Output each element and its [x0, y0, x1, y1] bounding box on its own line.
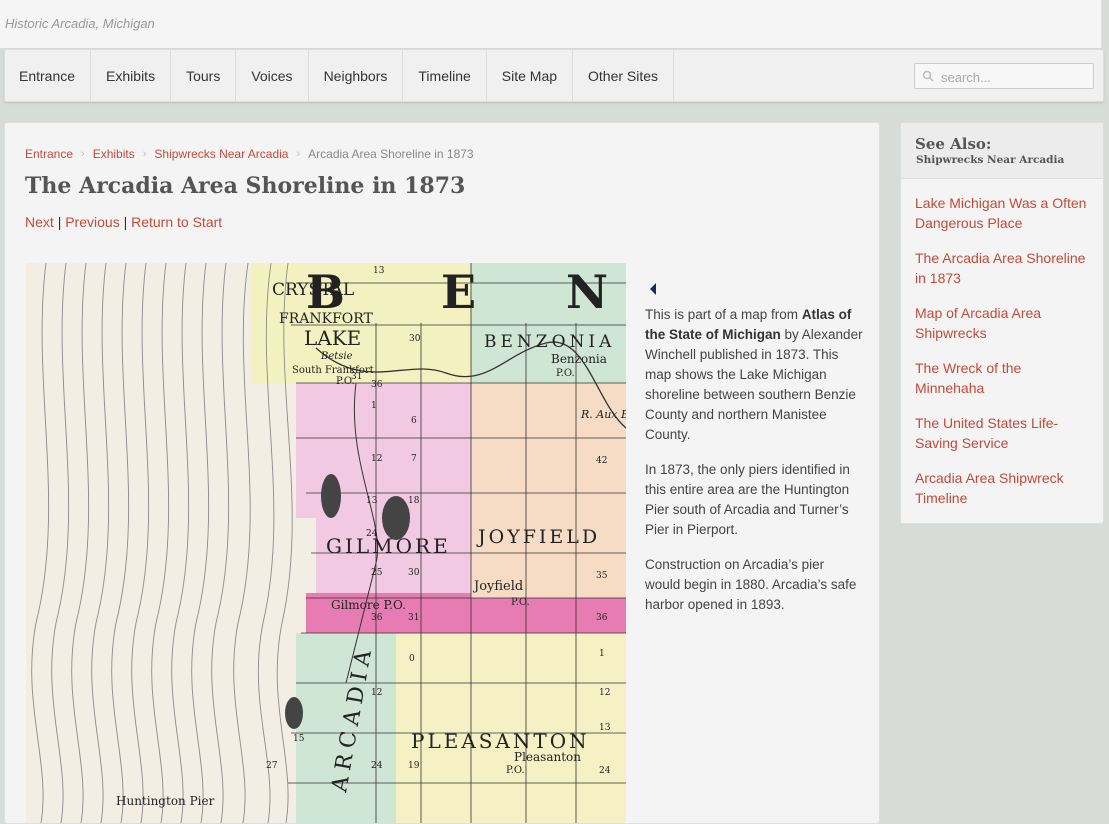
nav-item-other-sites[interactable]: Other Sites [573, 50, 675, 101]
map-label-n: N [566, 265, 608, 319]
site-header: Historic Arcadia, Michigan [0, 0, 1102, 48]
map-label-river: R. Aux Becs [580, 408, 626, 421]
section-number: 12 [371, 688, 382, 698]
map-label-joyfield: Joyfield [472, 579, 523, 594]
see-also-link[interactable]: Arcadia Area Shipwreck Timeline [915, 468, 1089, 508]
see-also-link[interactable]: The Arcadia Area Shoreline in 1873 [915, 248, 1089, 288]
map-label-po: P.O. [506, 765, 525, 776]
description-paragraph: This is part of a map from Atlas of the … [645, 307, 863, 442]
page-title: The Arcadia Area Shoreline in 1873 [25, 173, 466, 199]
map-label-benzonia-township: BENZONIA [484, 332, 615, 352]
map-label-benzonia: Benzonia [551, 352, 607, 366]
map-label-gilmore: GILMORE [326, 534, 451, 558]
breadcrumb: Entrance › Exhibits › Shipwrecks Near Ar… [25, 147, 474, 161]
map-label-lake: LAKE [304, 326, 361, 350]
lake-shape [321, 474, 341, 518]
description-paragraph: Construction on Arcadia’s pier would beg… [645, 557, 857, 612]
map-label-huntington-pier: Huntington Pier [116, 794, 215, 808]
see-also-link[interactable]: The United States Life-Saving Service [915, 413, 1089, 453]
chevron-right-icon: › [296, 148, 301, 160]
site-title[interactable]: Historic Arcadia, Michigan [5, 16, 155, 31]
map-label-pleasanton: Pleasanton [514, 750, 581, 764]
breadcrumb-shipwrecks[interactable]: Shipwrecks Near Arcadia [154, 147, 288, 161]
return-to-start-link[interactable]: Return to Start [131, 214, 222, 230]
map-label-joyfield-township: JOYFIELD [476, 526, 600, 548]
map-label-crystal: CRYSTAL [272, 280, 354, 300]
see-also-link[interactable]: Map of Arcadia Area Shipwrecks [915, 303, 1089, 343]
next-link[interactable]: Next [25, 214, 54, 230]
map-label-e: E [441, 265, 476, 319]
section-number: 13 [373, 266, 385, 276]
description-paragraph: In 1873, the only piers identified in th… [645, 462, 850, 537]
section-number: 18 [408, 496, 420, 506]
nav-item-tours[interactable]: Tours [171, 50, 237, 101]
pager-separator: | [123, 214, 128, 230]
lake-shape [285, 697, 303, 729]
section-number: 42 [596, 456, 607, 466]
section-number: 27 [266, 761, 278, 771]
section-number: 6 [411, 416, 417, 426]
search-icon [922, 70, 934, 82]
previous-link[interactable]: Previous [65, 214, 119, 230]
see-also-sidebar: See Also: Shipwrecks Near Arcadia Lake M… [900, 122, 1104, 524]
map-description: This is part of a map from Atlas of the … [645, 283, 863, 630]
section-number: 30 [408, 568, 420, 578]
map-label-betsie: Betsie [320, 351, 353, 362]
section-number: 19 [408, 761, 420, 771]
main-nav: Entrance Exhibits Tours Voices Neighbors… [4, 49, 1104, 102]
section-number: 35 [596, 571, 608, 581]
section-number: 25 [371, 568, 383, 578]
search-box [914, 63, 1094, 89]
section-number: 31 [408, 613, 419, 623]
section-number: 12 [371, 454, 382, 464]
pager: Next | Previous | Return to Start [25, 214, 222, 230]
chevron-right-icon: › [142, 148, 147, 160]
chevron-right-icon: › [81, 148, 85, 160]
section-number: 7 [411, 454, 417, 464]
nav-item-site-map[interactable]: Site Map [487, 50, 574, 101]
caret-left-icon[interactable] [650, 283, 656, 295]
see-also-link[interactable]: Lake Michigan Was a Often Dangerous Plac… [915, 193, 1089, 233]
nav-item-voices[interactable]: Voices [236, 50, 309, 101]
map-label-po: P.O. [556, 368, 575, 379]
section-number: 36 [596, 613, 608, 623]
section-number: 31 [351, 372, 362, 382]
historic-map-image[interactable]: B E N CRYSTAL FRANKFORT LAKE Betsie Sout… [26, 263, 626, 823]
map-label-frankfort: FRANKFORT [279, 311, 374, 327]
nav-item-entrance[interactable]: Entrance [5, 50, 92, 101]
section-number: 36 [371, 380, 383, 390]
section-number: 13 [599, 723, 611, 733]
section-number: 1 [599, 649, 605, 659]
search-input[interactable] [939, 66, 1093, 88]
section-number: 36 [371, 613, 383, 623]
breadcrumb-current: Arcadia Area Shoreline in 1873 [308, 147, 474, 161]
nav-item-neighbors[interactable]: Neighbors [309, 50, 404, 101]
see-also-link[interactable]: The Wreck of the Minnehaha [915, 358, 1089, 398]
section-number: 24 [371, 761, 383, 771]
section-number: 30 [409, 334, 421, 344]
pager-separator: | [57, 214, 62, 230]
map-label-po: P.O. [511, 597, 530, 608]
breadcrumb-entrance[interactable]: Entrance [25, 147, 73, 161]
main-content: Entrance › Exhibits › Shipwrecks Near Ar… [4, 122, 880, 824]
section-number: 13 [366, 496, 378, 506]
section-number: 1 [371, 401, 377, 411]
section-number: 12 [599, 688, 610, 698]
nav-item-exhibits[interactable]: Exhibits [91, 50, 172, 101]
section-number: 24 [366, 529, 378, 539]
section-number: 15 [293, 734, 305, 744]
section-number: 24 [599, 766, 611, 776]
nav-item-timeline[interactable]: Timeline [403, 50, 487, 101]
sidebar-heading: See Also: [915, 135, 992, 153]
breadcrumb-exhibits[interactable]: Exhibits [93, 147, 135, 161]
sidebar-subheading: Shipwrecks Near Arcadia [916, 154, 1065, 166]
sidebar-header: See Also: Shipwrecks Near Arcadia [901, 123, 1103, 179]
map-label-gilmore-po: Gilmore P.O. [331, 598, 406, 612]
section-number: 0 [409, 654, 415, 664]
